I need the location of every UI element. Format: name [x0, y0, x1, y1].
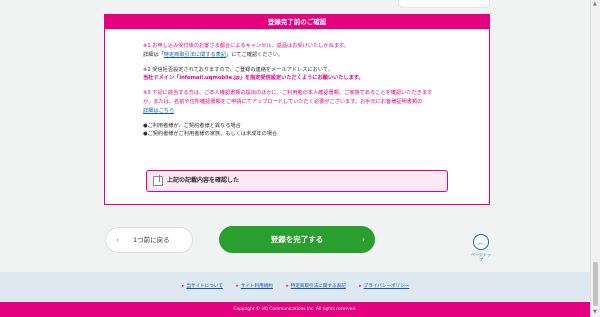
- scroll-down-icon[interactable]: ▼: [593, 309, 597, 315]
- confirm-checkbox-row[interactable]: 上記の記載内容を確認した: [146, 170, 448, 192]
- link-bullet-icon: ▸: [359, 284, 362, 289]
- submit-button-label: 登録を完了する: [270, 235, 324, 244]
- complete-registration-button[interactable]: 登録を完了する ›: [219, 226, 375, 253]
- notice-item-1-post: 」にてご確認ください。: [226, 51, 284, 58]
- page-top-label: ページトップ: [471, 252, 491, 262]
- bullet-1: ●ご利用者様が、ご契約者様と異なる場合: [143, 122, 241, 129]
- chevron-left-icon: ‹: [116, 236, 119, 244]
- checkbox-icon[interactable]: [153, 175, 163, 186]
- back-button-label: 1つ前に戻る: [133, 236, 170, 244]
- back-button[interactable]: ‹ 1つ前に戻る: [105, 227, 193, 253]
- scrollbar[interactable]: ▲ ▼: [590, 0, 600, 317]
- link-bullet-icon: ▸: [182, 284, 185, 289]
- tokusho-link[interactable]: 特定商取引法に関する表記: [164, 52, 226, 58]
- notice-item-2-line-1: ※2 受信拒否設定されておりますので、ご登録の連絡をメールアドレスにおいて、: [143, 66, 333, 73]
- footer-link-about[interactable]: 当サイトについて: [186, 284, 223, 289]
- confirm-label: 上記の記載内容を確認した: [167, 177, 240, 184]
- scroll-up-icon[interactable]: ▲: [593, 1, 597, 7]
- footer-links: ▸ 当サイトについて ▸ サイト利用規約 ▸ 特定商取引法に関する表記 ▸ プライバシー…: [0, 272, 590, 302]
- notice-item-2-line-2: 当社ドメイン「infomail.uqmobile.jp」を指定受信設定いただくよ…: [143, 75, 364, 82]
- scrollbar-thumb[interactable]: [593, 262, 598, 306]
- notice-item-3-line-1: ※3 下記に該当する方は、ご本人確認書類の提出のほかに、ご利用者の本人確認書類、…: [143, 90, 433, 97]
- notice-item-1-line-1: ※1 お申し込み受付後のお客さま都合によるキャンセル、返品はお受けいたしかねます…: [143, 43, 349, 49]
- notice-item-2: ※2 受信拒否設定されておりますので、ご登録の連絡をメールアドレスにおいて、 当…: [143, 66, 489, 83]
- link-bullet-icon: ▸: [236, 284, 239, 289]
- footer-link-terms[interactable]: サイト利用規約: [241, 284, 273, 289]
- notice-body: ※1 お申し込み受付後のお客さま都合によるキャンセル、返品はお受けいたしかねます…: [105, 29, 489, 139]
- bullet-2: ●ご契約者様がご利用者様の家族、もしくは未成年の場合: [143, 131, 278, 138]
- details-link[interactable]: 詳細はこちら: [143, 108, 174, 114]
- footer-link-row: ▸ 当サイトについて ▸ サイト利用規約 ▸ 特定商取引法に関する表記 ▸ プライバシー…: [182, 283, 421, 289]
- chevron-up-icon: ︿: [473, 234, 489, 250]
- footer-link-tokusho[interactable]: 特定商取引法に関する表記: [291, 284, 346, 289]
- notice-item-3: ※3 下記に該当する方は、ご本人確認書類の提出のほかに、ご利用者の本人確認書類、…: [143, 89, 489, 115]
- notice-item-1: ※1 お申し込み受付後のお客さま都合によるキャンセル、返品はお受けいたしかねます…: [143, 42, 489, 59]
- chevron-right-icon: ›: [362, 235, 365, 244]
- previous-section-card: [398, 0, 490, 8]
- link-bullet-icon: ▸: [286, 284, 289, 289]
- notice-header: 登録完了前のご確認: [105, 15, 489, 29]
- notice-item-3-line-2: か、または、名前や住所確認書類をご申請にてアップロードしていただく必要がございま…: [143, 98, 423, 105]
- copyright-bar: Copyright © UQ Communications Inc. All r…: [0, 302, 590, 317]
- notice-item-1-pre: 詳細は「: [143, 51, 164, 58]
- page-top-button[interactable]: ︿ ページトップ: [471, 234, 491, 264]
- footer-link-privacy[interactable]: プライバシーポリシー: [364, 284, 410, 289]
